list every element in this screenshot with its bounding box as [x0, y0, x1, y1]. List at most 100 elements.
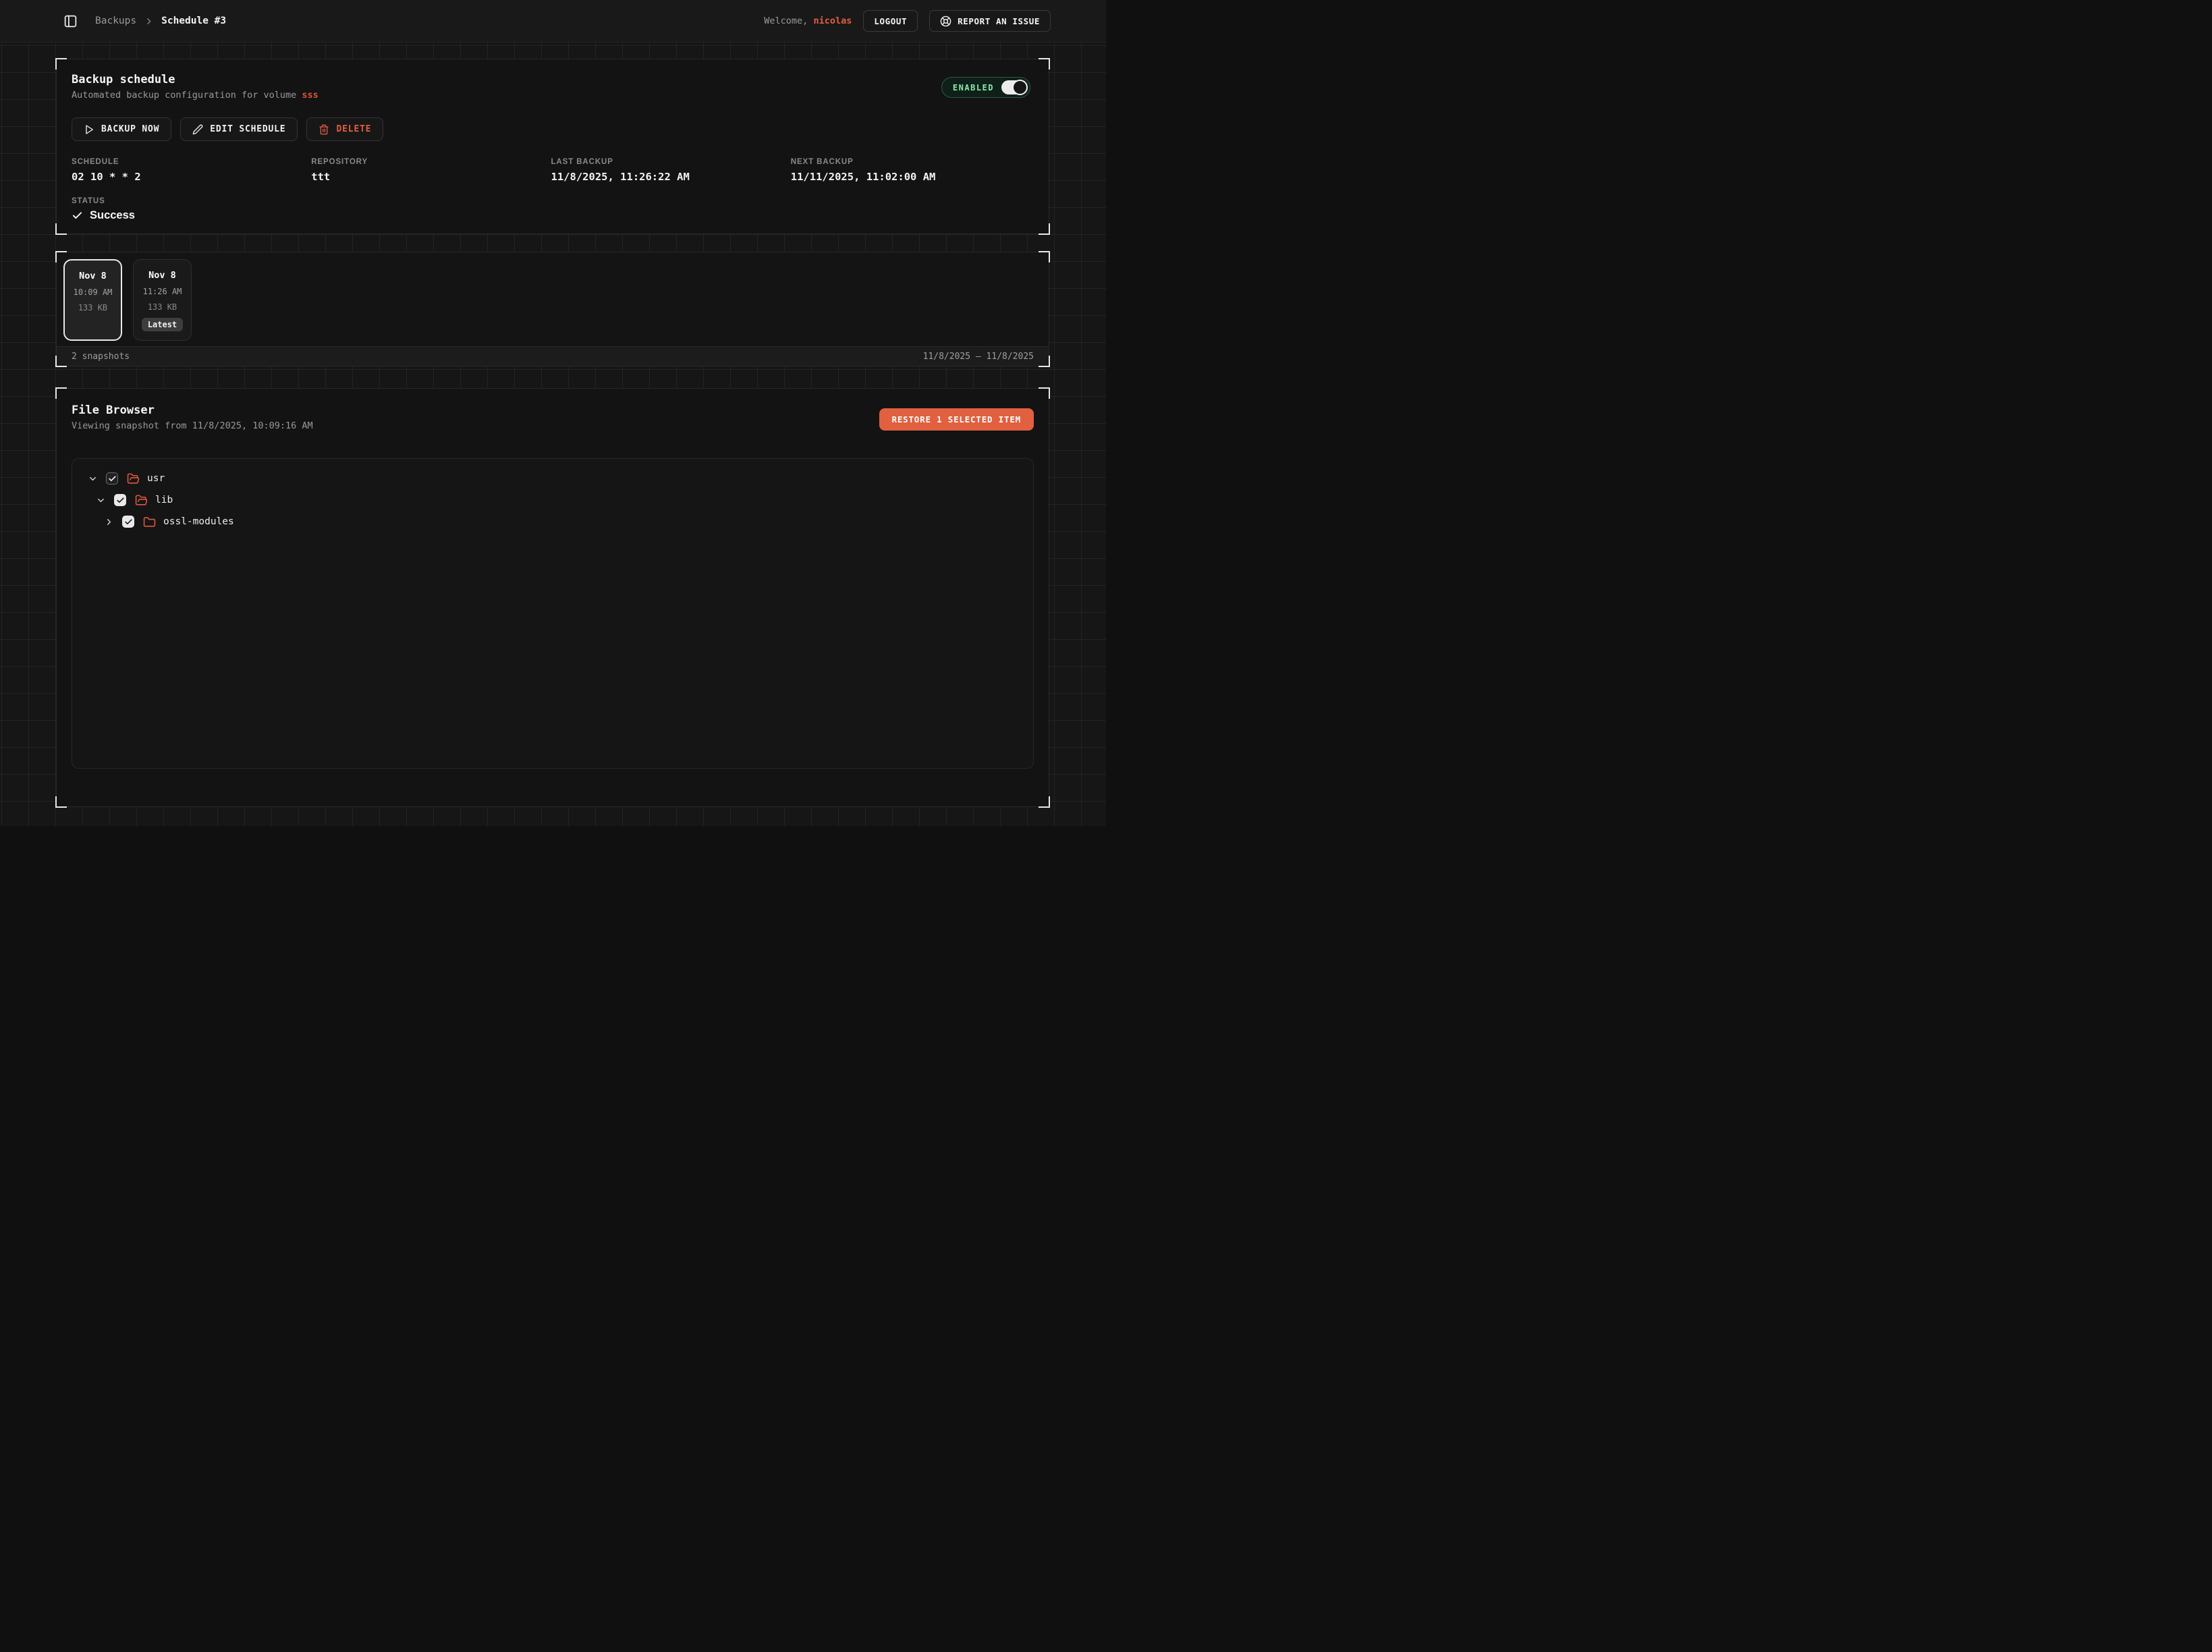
- sidebar-toggle-button[interactable]: [63, 14, 78, 28]
- logout-label: LOGOUT: [874, 16, 907, 26]
- welcome-prefix: Welcome,: [764, 16, 808, 26]
- snapshot-count: 2 snapshots: [72, 352, 130, 362]
- chevron-down-icon[interactable]: [88, 474, 98, 484]
- tree-row-ossl-modules[interactable]: ossl-modules: [82, 511, 1024, 532]
- folder-icon: [143, 516, 156, 528]
- welcome-text: Welcome, nicolas: [764, 16, 852, 26]
- tree-row-lib[interactable]: lib: [82, 489, 1024, 511]
- snapshot-size: 133 KB: [78, 303, 107, 312]
- report-issue-button[interactable]: REPORT AN ISSUE: [929, 10, 1051, 32]
- latest-badge: Latest: [142, 318, 183, 331]
- file-tree: usr lib: [72, 458, 1034, 769]
- frame-corner: [1039, 223, 1050, 235]
- file-browser-title: File Browser: [72, 404, 313, 417]
- status-block: STATUS Success: [72, 197, 1030, 222]
- snapshot-date: Nov 8: [79, 271, 107, 281]
- panel-title: Backup schedule: [72, 73, 319, 86]
- field-schedule: SCHEDULE 02 10 * * 2: [72, 158, 311, 183]
- frame-corner: [1039, 796, 1050, 808]
- report-issue-label: REPORT AN ISSUE: [958, 16, 1040, 26]
- frame-corner: [55, 356, 67, 367]
- status-label: STATUS: [72, 197, 1030, 205]
- folder-open-icon: [127, 472, 140, 485]
- snapshot-card[interactable]: Nov 8 11:26 AM 133 KB Latest: [133, 259, 192, 341]
- backup-now-label: BACKUP NOW: [101, 124, 159, 134]
- panel-left-icon: [63, 14, 78, 28]
- field-label: SCHEDULE: [72, 158, 311, 166]
- field-value: 11/11/2025, 11:02:00 AM: [791, 171, 1030, 183]
- snapshot-size: 133 KB: [148, 302, 177, 312]
- chevron-down-icon[interactable]: [96, 495, 106, 505]
- delete-button[interactable]: DELETE: [306, 117, 383, 141]
- toggle-knob: [1012, 80, 1028, 95]
- field-value: ttt: [311, 171, 551, 183]
- field-repository: REPOSITORY ttt: [311, 158, 551, 183]
- frame-corner: [55, 251, 67, 263]
- play-icon: [84, 124, 94, 135]
- snapshot-date: Nov 8: [148, 270, 176, 281]
- folder-open-icon: [135, 494, 148, 507]
- restore-label: RESTORE 1 SELECTED ITEM: [892, 414, 1022, 424]
- tree-item-name[interactable]: ossl-modules: [163, 516, 234, 527]
- frame-corner: [1039, 356, 1050, 367]
- frame-corner: [55, 58, 67, 70]
- schedule-header: Backup schedule Automated backup configu…: [72, 73, 1030, 101]
- checkbox-checked[interactable]: [114, 494, 126, 506]
- backup-now-button[interactable]: BACKUP NOW: [72, 117, 171, 141]
- field-next-backup: NEXT BACKUP 11/11/2025, 11:02:00 AM: [791, 158, 1030, 183]
- schedule-header-text: Backup schedule Automated backup configu…: [72, 73, 319, 101]
- frame-corner: [55, 223, 67, 235]
- chevron-right-icon[interactable]: [104, 517, 114, 527]
- file-browser-panel: File Browser Viewing snapshot from 11/8/…: [56, 388, 1049, 807]
- pencil-icon: [192, 124, 203, 135]
- main-content: Backup schedule Automated backup configu…: [0, 43, 1106, 807]
- tree-item-name[interactable]: usr: [147, 473, 165, 484]
- checkbox-checked[interactable]: [106, 472, 118, 485]
- snapshot-card-selected[interactable]: Nov 8 10:09 AM 133 KB: [63, 259, 122, 341]
- lifebuoy-icon: [940, 16, 951, 27]
- field-label: LAST BACKUP: [551, 158, 791, 166]
- file-browser-header-text: File Browser Viewing snapshot from 11/8/…: [72, 404, 313, 431]
- tree-row-usr[interactable]: usr: [82, 468, 1024, 489]
- field-label: NEXT BACKUP: [791, 158, 1030, 166]
- field-last-backup: LAST BACKUP 11/8/2025, 11:26:22 AM: [551, 158, 791, 183]
- enabled-label: ENABLED: [953, 83, 994, 92]
- breadcrumb-current: Schedule #3: [161, 16, 226, 26]
- snapshot-time: 11:26 AM: [143, 287, 182, 296]
- username: nicolas: [813, 16, 852, 26]
- breadcrumb-section[interactable]: Backups: [95, 16, 136, 26]
- chevron-right-icon: [144, 17, 153, 26]
- field-label: REPOSITORY: [311, 158, 551, 166]
- enabled-toggle-pill[interactable]: ENABLED: [941, 77, 1030, 98]
- subtitle-prefix: Automated backup configuration for volum…: [72, 90, 302, 101]
- action-buttons-row: BACKUP NOW EDIT SCHEDULE DELETE: [72, 117, 1030, 141]
- logout-button[interactable]: LOGOUT: [863, 10, 918, 32]
- frame-corner: [55, 387, 67, 399]
- enabled-toggle-switch[interactable]: [1001, 80, 1026, 94]
- top-bar: Backups Schedule #3 Welcome, nicolas LOG…: [0, 0, 1106, 43]
- snapshot-date-range: 11/8/2025 – 11/8/2025: [923, 352, 1034, 362]
- edit-schedule-label: EDIT SCHEDULE: [210, 124, 285, 134]
- page: Backups Schedule #3 Welcome, nicolas LOG…: [0, 0, 1106, 826]
- trash-icon: [319, 124, 329, 135]
- frame-corner: [55, 796, 67, 808]
- topbar-right: Welcome, nicolas LOGOUT REPORT AN ISSUE: [764, 10, 1051, 32]
- tree-item-name[interactable]: lib: [155, 495, 173, 505]
- field-value: 11/8/2025, 11:26:22 AM: [551, 171, 791, 183]
- delete-label: DELETE: [336, 124, 371, 134]
- status-text: Success: [90, 209, 135, 222]
- frame-corner: [1039, 251, 1050, 263]
- backup-schedule-panel: Backup schedule Automated backup configu…: [56, 59, 1049, 234]
- frame-corner: [1039, 387, 1050, 399]
- field-value: 02 10 * * 2: [72, 171, 311, 183]
- check-icon: [72, 210, 83, 221]
- restore-button[interactable]: RESTORE 1 SELECTED ITEM: [879, 408, 1034, 431]
- breadcrumb: Backups Schedule #3: [95, 16, 226, 26]
- file-browser-subtitle: Viewing snapshot from 11/8/2025, 10:09:1…: [72, 420, 313, 431]
- frame-corner: [1039, 58, 1050, 70]
- status-value: Success: [72, 209, 1030, 222]
- edit-schedule-button[interactable]: EDIT SCHEDULE: [180, 117, 298, 141]
- snapshots-footer: 2 snapshots 11/8/2025 – 11/8/2025: [57, 346, 1049, 366]
- checkbox-checked[interactable]: [122, 516, 134, 528]
- schedule-fields: SCHEDULE 02 10 * * 2 REPOSITORY ttt LAST…: [72, 158, 1030, 183]
